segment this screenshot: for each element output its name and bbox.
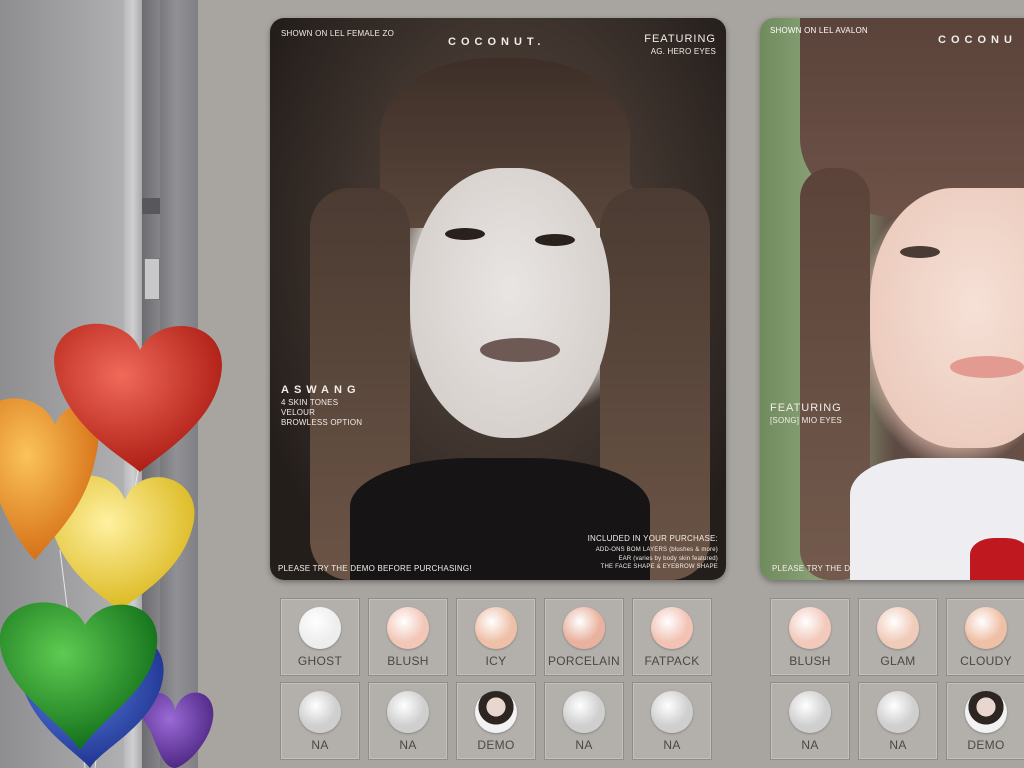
balloon-green [0, 602, 158, 750]
swatch-tile[interactable]: NA [632, 682, 712, 760]
swatch-tile[interactable]: NA [544, 682, 624, 760]
skin-tone-circle [877, 607, 919, 649]
skin-tone-circle [563, 607, 605, 649]
swatch-label: NA [311, 738, 329, 752]
swatch-label: NA [889, 738, 907, 752]
skin-tone-circle [387, 691, 429, 733]
swatch-tile[interactable]: BLUSH [770, 598, 850, 676]
swatch-label: PORCELAIN [547, 654, 621, 668]
swatch-label: NA [663, 738, 681, 752]
skin-tone-circle [789, 607, 831, 649]
swatch-tile[interactable]: DEMO [946, 682, 1024, 760]
swatch-label: BLUSH [789, 654, 831, 668]
swatch-tile[interactable]: NA [280, 682, 360, 760]
product-poster-avalon[interactable]: SHOWN ON LEL AVALON COCONU FEATURING [SO… [760, 18, 1024, 580]
swatch-label: NA [575, 738, 593, 752]
swatch-tile[interactable]: PORCELAIN [544, 598, 624, 676]
red-bow [970, 538, 1024, 580]
skin-tone-circle [651, 691, 693, 733]
skin-tone-circle [877, 691, 919, 733]
demo-avatar-icon [965, 691, 1007, 733]
door-stripe [142, 198, 160, 214]
swatch-tile[interactable]: NA [858, 682, 938, 760]
eye-left [900, 246, 940, 258]
skin-tone-circle [789, 691, 831, 733]
shown-on-label: SHOWN ON LEL AVALON [770, 26, 868, 35]
skin-tone-circle [563, 691, 605, 733]
swatch-label: NA [399, 738, 417, 752]
swatch-tile[interactable]: GLAM [858, 598, 938, 676]
skin-tone-circle [965, 607, 1007, 649]
shown-on-label: SHOWN ON LEL FEMALE ZO [281, 29, 395, 38]
swatch-label: GLAM [880, 654, 916, 668]
heart-balloons [0, 323, 222, 768]
demo-avatar-icon [475, 691, 517, 733]
swatch-tile[interactable]: GHOST [280, 598, 360, 676]
included-title: INCLUDED IN YOUR PURCHASE: [587, 534, 718, 543]
skin-tone-circle [387, 607, 429, 649]
demo-note: PLEASE TRY THE DEMO BEFORE PURCHASING! [772, 564, 966, 573]
eye-right [535, 234, 575, 246]
face [410, 168, 610, 438]
swatch-tile[interactable]: DEMO [456, 682, 536, 760]
swatch-tile[interactable]: NA [770, 682, 850, 760]
feature-item: 4 SKIN TONES [281, 398, 339, 407]
skin-tone-circle [299, 607, 341, 649]
swatch-label: GHOST [297, 654, 343, 668]
brand-logo: COCONU [938, 34, 1017, 46]
swatch-tile[interactable]: NA [368, 682, 448, 760]
skin-tone-circle [299, 691, 341, 733]
feature-item: VELOUR [281, 408, 316, 417]
product-name: ASWANG [281, 384, 361, 396]
lips [480, 338, 560, 362]
swatch-label: BLUSH [387, 654, 429, 668]
swatch-tile[interactable]: CLOUDY [946, 598, 1024, 676]
brand-logo: COCONUT. [448, 36, 546, 48]
swatch-tile[interactable]: BLUSH [368, 598, 448, 676]
skin-tone-circle [475, 607, 517, 649]
swatch-tile[interactable]: FATPACK [632, 598, 712, 676]
swatch-label: DEMO [967, 738, 1005, 752]
face [870, 188, 1024, 448]
featuring-item: [SONG] MIO EYES [770, 416, 842, 425]
swatch-label: NA [801, 738, 819, 752]
included-item: THE FACE SHAPE & EYEBROW SHAPE [600, 564, 718, 570]
swatch-label: ICY [485, 654, 507, 668]
feature-item: BROWLESS OPTION [281, 418, 363, 427]
door-hinge [144, 258, 160, 300]
swatch-label: DEMO [477, 738, 515, 752]
featuring-title: FEATURING [770, 402, 842, 414]
lips [950, 356, 1024, 378]
demo-note: PLEASE TRY THE DEMO BEFORE PURCHASING! [278, 564, 472, 573]
featuring-title: FEATURING [644, 33, 716, 45]
swatch-tile[interactable]: ICY [456, 598, 536, 676]
product-poster-aswang[interactable]: SHOWN ON LEL FEMALE ZO COCONUT. FEATURIN… [270, 18, 726, 580]
eye-left [445, 228, 485, 240]
swatch-label: FATPACK [644, 654, 700, 668]
skin-tone-circle [651, 607, 693, 649]
swatch-label: CLOUDY [960, 654, 1012, 668]
featuring-item: AG. HERO EYES [650, 47, 716, 56]
